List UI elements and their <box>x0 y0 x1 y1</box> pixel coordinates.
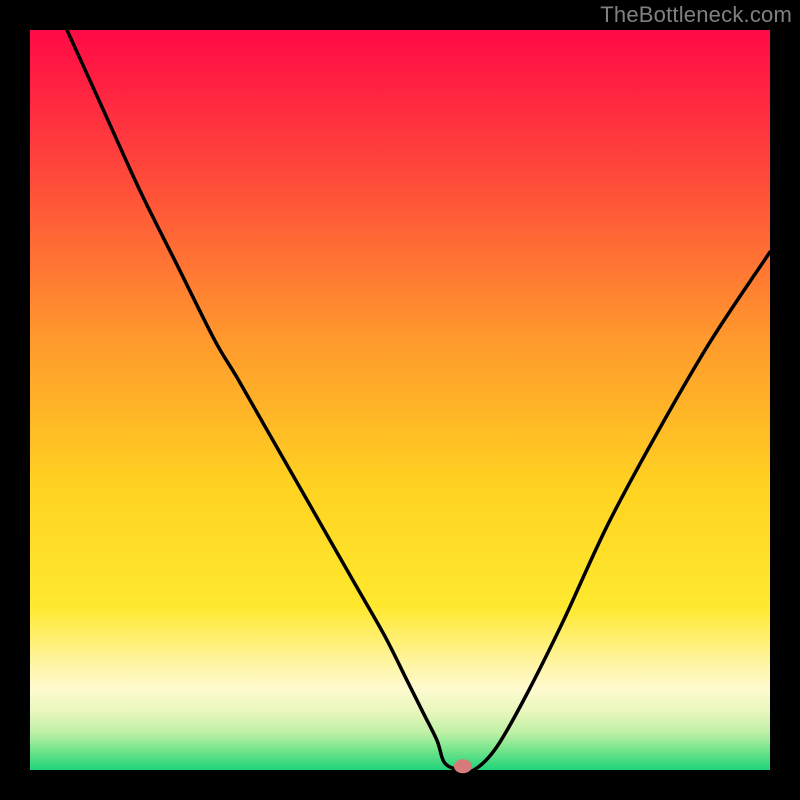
bottleneck-chart <box>0 0 800 800</box>
optimal-marker <box>454 759 472 773</box>
gradient-background <box>30 30 770 770</box>
chart-frame: TheBottleneck.com <box>0 0 800 800</box>
watermark-label: TheBottleneck.com <box>600 2 792 28</box>
